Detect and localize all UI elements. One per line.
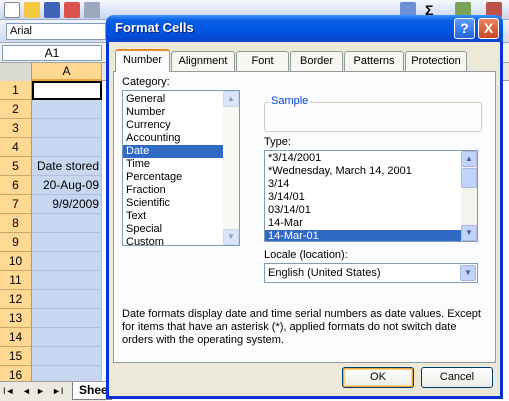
list-item[interactable]: 3/14/01 (265, 191, 477, 204)
row-header[interactable]: 12 (0, 290, 32, 309)
type-list[interactable]: *3/14/2001 *Wednesday, March 14, 2001 3/… (264, 150, 478, 242)
cell-a2[interactable] (32, 100, 102, 119)
cell-a11[interactable] (32, 271, 102, 290)
sheet-tab-bar: I◄ ◄ ► ►I Shee (0, 381, 112, 401)
cell-a14[interactable] (32, 328, 102, 347)
list-item[interactable]: General (123, 93, 239, 106)
permission-icon[interactable] (64, 2, 80, 18)
tab-patterns[interactable]: Patterns (344, 51, 404, 71)
list-item[interactable]: Date (123, 145, 223, 158)
list-item[interactable]: Percentage (123, 171, 239, 184)
row-header[interactable]: 10 (0, 252, 32, 271)
row-header[interactable]: 15 (0, 347, 32, 366)
format-cells-dialog: Format Cells ? X Number Alignment Font B… (106, 15, 503, 399)
list-item[interactable]: 03/14/01 (265, 204, 477, 217)
name-box[interactable]: A1 (2, 45, 102, 61)
list-item[interactable]: Custom (123, 236, 239, 245)
row-header[interactable]: 14 (0, 328, 32, 347)
row-header[interactable]: 7 (0, 195, 32, 214)
scroll-down-icon[interactable]: ▼ (223, 229, 239, 245)
format-description: Date formats display date and time seria… (122, 308, 481, 346)
save-icon[interactable] (44, 2, 60, 18)
row-header[interactable]: 1 (0, 81, 32, 100)
tab-alignment[interactable]: Alignment (171, 51, 235, 71)
next-sheet-icon[interactable]: ► (36, 386, 45, 396)
cell-a10[interactable] (32, 252, 102, 271)
sample-label: Sample (270, 95, 310, 107)
select-all-corner[interactable] (0, 63, 32, 81)
list-item[interactable]: Accounting (123, 132, 239, 145)
scroll-up-icon[interactable]: ▲ (223, 91, 239, 107)
list-item[interactable]: 14-Mar-01 (265, 230, 461, 241)
cell-a15[interactable] (32, 347, 102, 366)
cell-a12[interactable] (32, 290, 102, 309)
tab-protection[interactable]: Protection (405, 51, 467, 71)
cell-a1[interactable] (32, 81, 102, 100)
list-item[interactable]: *Wednesday, March 14, 2001 (265, 165, 477, 178)
category-scrollbar[interactable]: ▲ ▼ (223, 91, 239, 245)
list-item[interactable]: Time (123, 158, 239, 171)
locale-value: English (United States) (268, 267, 381, 279)
list-item[interactable]: 3/14 (265, 178, 477, 191)
row-header[interactable]: 4 (0, 138, 32, 157)
type-scrollbar[interactable]: ▲ ▼ (461, 151, 477, 241)
tab-border[interactable]: Border (290, 51, 343, 71)
first-sheet-icon[interactable]: I◄ (3, 386, 14, 396)
list-item[interactable]: Special (123, 223, 239, 236)
sample-group: Sample (264, 95, 482, 135)
help-button[interactable]: ? (454, 18, 475, 39)
row-header[interactable]: 11 (0, 271, 32, 290)
scroll-up-icon[interactable]: ▲ (461, 151, 477, 167)
tab-font[interactable]: Font (236, 51, 289, 71)
list-item[interactable]: *3/14/2001 (265, 152, 477, 165)
close-button[interactable]: X (478, 18, 499, 39)
cell-a9[interactable] (32, 233, 102, 252)
row-header[interactable]: 9 (0, 233, 32, 252)
type-label: Type: (264, 136, 291, 148)
dialog-title-bar[interactable]: Format Cells ? X (106, 15, 503, 42)
cell-a7[interactable]: 9/9/2009 (32, 195, 102, 214)
cell-a5[interactable]: Date stored (32, 157, 102, 176)
cell-a13[interactable] (32, 309, 102, 328)
locale-select[interactable]: English (United States) ▼ (264, 263, 478, 283)
list-item[interactable]: Currency (123, 119, 239, 132)
worksheet-grid: 1 2 3 4 5 Date stored 6 20-Aug-09 7 9/9/… (0, 81, 106, 385)
row-header[interactable]: 3 (0, 119, 32, 138)
row-header[interactable]: 2 (0, 100, 32, 119)
row-header[interactable]: 8 (0, 214, 32, 233)
column-header-a[interactable]: A (32, 63, 102, 81)
list-item[interactable]: Text (123, 210, 239, 223)
list-item[interactable]: 14-Mar (265, 217, 477, 230)
previous-sheet-icon[interactable]: ◄ (22, 386, 31, 396)
row-header[interactable]: 5 (0, 157, 32, 176)
cell-a4[interactable] (32, 138, 102, 157)
ok-button[interactable]: OK (342, 367, 414, 388)
cell-a3[interactable] (32, 119, 102, 138)
print-icon[interactable] (84, 2, 100, 18)
locale-label: Locale (location): (264, 249, 348, 261)
list-item[interactable]: Fraction (123, 184, 239, 197)
last-sheet-icon[interactable]: ►I (52, 386, 63, 396)
category-label: Category: (122, 76, 170, 88)
list-item[interactable]: Number (123, 106, 239, 119)
tab-number[interactable]: Number (115, 49, 170, 72)
cell-a8[interactable] (32, 214, 102, 233)
scroll-thumb[interactable] (461, 168, 477, 188)
row-header[interactable]: 6 (0, 176, 32, 195)
dialog-title: Format Cells (115, 20, 194, 35)
cancel-button[interactable]: Cancel (421, 367, 493, 388)
category-list[interactable]: General Number Currency Accounting Date … (122, 90, 240, 246)
cell-a6[interactable]: 20-Aug-09 (32, 176, 102, 195)
new-file-icon[interactable] (4, 2, 20, 18)
font-name-box[interactable]: Arial (6, 23, 106, 40)
list-item[interactable]: Scientific (123, 197, 239, 210)
row-header[interactable]: 13 (0, 309, 32, 328)
chevron-down-icon[interactable]: ▼ (460, 265, 476, 281)
number-tab-panel: Category: General Number Currency Accoun… (113, 71, 496, 363)
open-folder-icon[interactable] (24, 2, 40, 18)
scroll-down-icon[interactable]: ▼ (461, 225, 477, 241)
